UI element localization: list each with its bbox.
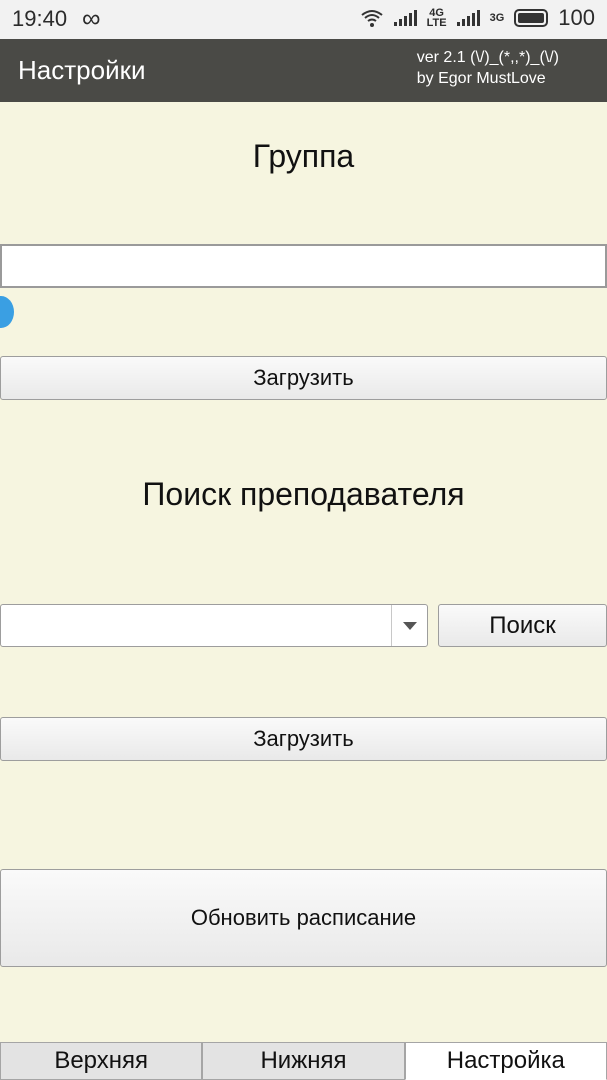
tab-settings[interactable]: Настройка — [404, 1042, 607, 1080]
search-button[interactable]: Поиск — [438, 604, 607, 647]
teacher-load-button[interactable]: Загрузить — [0, 717, 607, 761]
teacher-search-heading: Поиск преподавателя — [142, 476, 465, 512]
group-heading: Группа — [252, 138, 355, 174]
infinity-icon: ∞ — [82, 3, 101, 33]
wifi-icon — [361, 10, 383, 27]
group-load-button[interactable]: Загрузить — [0, 356, 607, 400]
network-3g-label: 3G — [489, 12, 505, 24]
text-cursor-handle[interactable] — [0, 296, 14, 328]
chevron-down-icon — [402, 621, 417, 630]
tab-upper[interactable]: Верхняя — [0, 1042, 203, 1080]
signal-icon-2 — [456, 10, 480, 26]
app-bar: Настройки ver 2.1 (\/)_(*,,*)_(\/) by Eg… — [0, 39, 607, 102]
battery-level: 100 — [558, 5, 595, 30]
signal-icon — [393, 10, 417, 26]
bottom-tab-bar: Верхняя Нижняя Настройка — [0, 1042, 607, 1080]
version-line: ver 2.1 (\/)_(*,,*)_(\/) — [416, 49, 559, 66]
group-input[interactable] — [0, 244, 607, 288]
author-line: by Egor MustLove — [416, 70, 546, 87]
clock: 19:40 — [12, 6, 68, 31]
battery-icon — [514, 9, 549, 27]
network-lte-text: LTE — [426, 17, 447, 29]
network-4g-lte-label: 4G LTE — [426, 8, 447, 29]
refresh-schedule-button[interactable]: Обновить расписание — [0, 869, 607, 967]
status-bar: 19:40 ∞ 4G LTE 3G 100 — [0, 0, 607, 39]
page-title: Настройки — [18, 55, 146, 85]
teacher-select[interactable] — [0, 604, 428, 647]
version-info: ver 2.1 (\/)_(*,,*)_(\/) by Egor MustLov… — [417, 47, 559, 89]
status-icons: 4G LTE 3G 100 — [360, 5, 595, 31]
dropdown-toggle[interactable] — [391, 605, 427, 646]
tab-lower[interactable]: Нижняя — [202, 1042, 405, 1080]
